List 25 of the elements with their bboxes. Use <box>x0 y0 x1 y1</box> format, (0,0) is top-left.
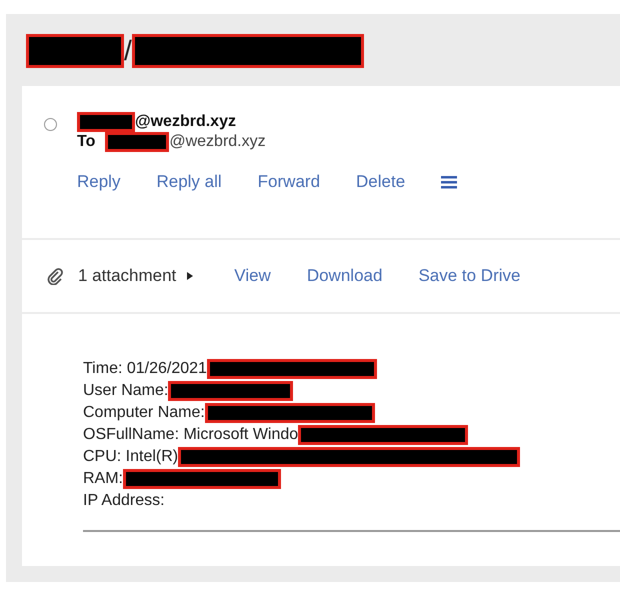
text: RAM: <box>83 470 123 488</box>
to-label: To <box>77 133 96 151</box>
text: / <box>124 35 132 67</box>
text: @wezbrd.xyz <box>169 133 266 151</box>
action-link[interactable]: Reply <box>77 172 120 192</box>
action-link[interactable]: Delete <box>356 172 406 192</box>
text: OSFullName: Microsoft Windo <box>83 426 298 444</box>
text: Computer Name: <box>83 404 205 422</box>
menu-icon[interactable] <box>441 175 458 189</box>
select-radio[interactable] <box>44 118 57 131</box>
text: IP Address: <box>83 492 165 510</box>
text: User Name: <box>83 382 168 400</box>
redaction-bar <box>77 112 135 132</box>
attachment-count: 1 attachment <box>78 266 176 286</box>
redaction-bar <box>105 132 170 152</box>
action-link[interactable]: Reply all <box>156 172 222 192</box>
text: @wezbrd.xyz <box>135 113 236 131</box>
expand-caret-icon[interactable] <box>186 271 194 281</box>
attachment-link[interactable]: Download <box>306 266 382 286</box>
action-link[interactable]: Forward <box>258 172 320 192</box>
text: Time: 01/26/2021 <box>83 360 207 378</box>
paperclip-icon <box>46 267 64 285</box>
attachment-link[interactable]: View <box>234 266 271 286</box>
attachment-link[interactable]: Save to Drive <box>418 266 520 286</box>
text: CPU: Intel(R) <box>83 448 178 466</box>
